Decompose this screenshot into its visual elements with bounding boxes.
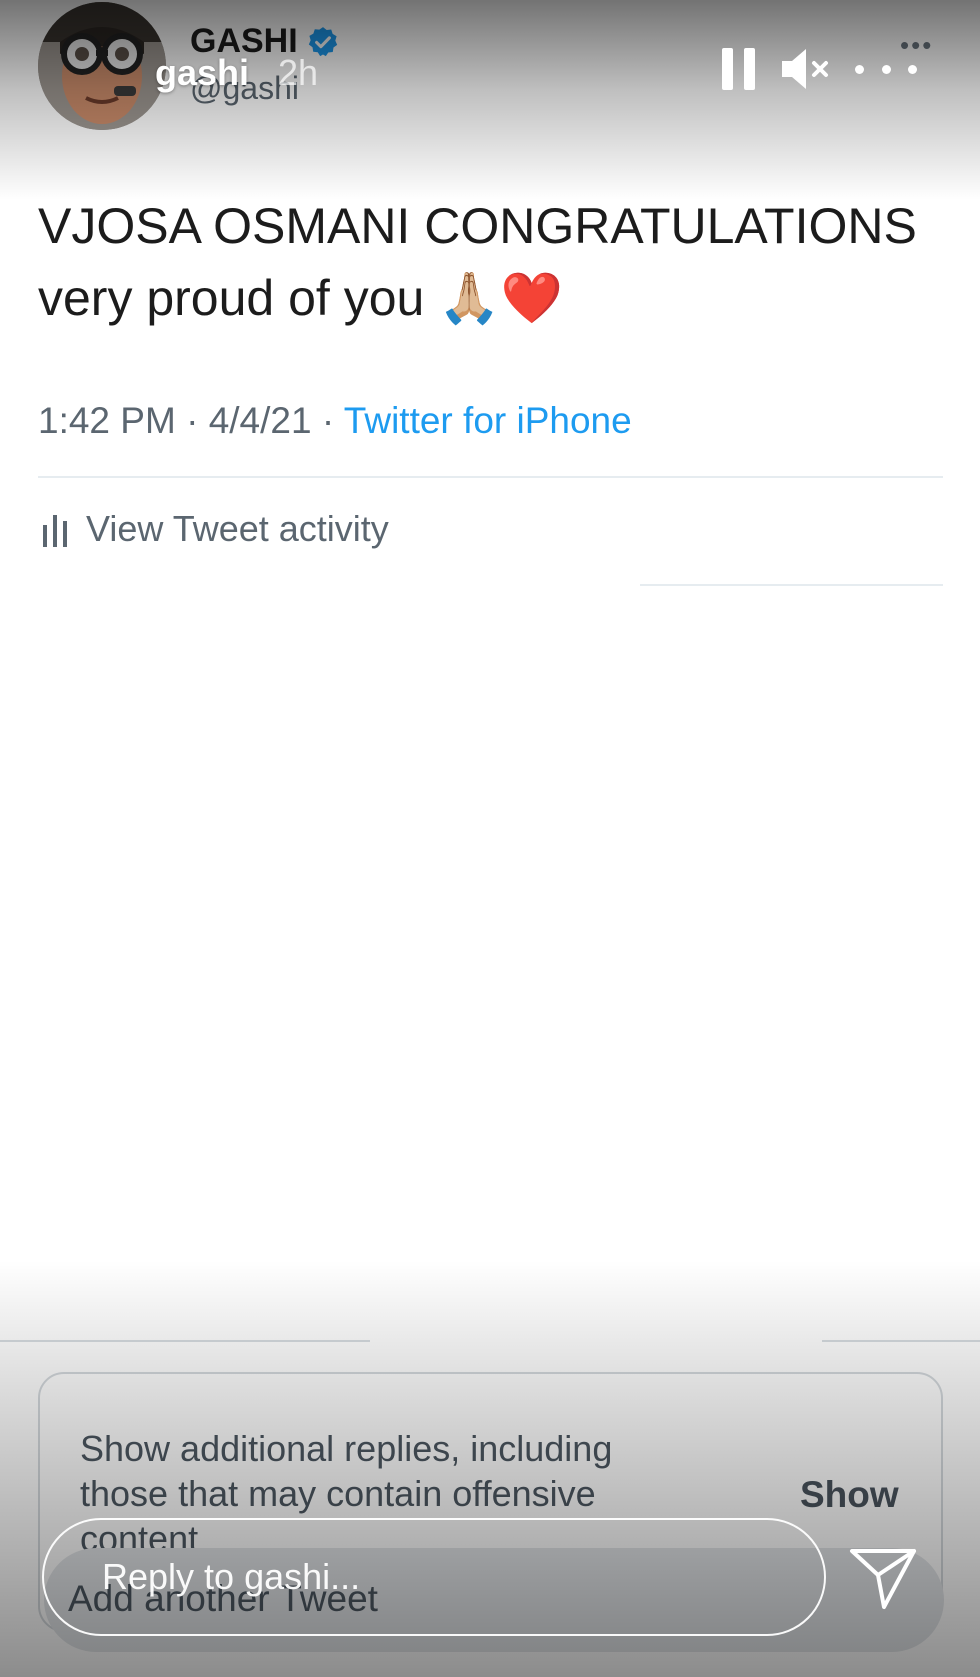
tweet-text-line: very proud of you 🙏🏼❤️: [38, 270, 563, 326]
story-time-ago: 2h: [278, 52, 319, 93]
pause-icon[interactable]: [722, 48, 756, 90]
tweet-avatar: [38, 2, 166, 130]
mute-icon[interactable]: [780, 46, 832, 92]
pause-bar: [744, 48, 755, 90]
reply-input[interactable]: [42, 1518, 826, 1636]
tweet-source: Twitter for iPhone: [343, 400, 632, 441]
divider: [0, 1340, 370, 1342]
send-icon[interactable]: [848, 1545, 918, 1611]
meta-separator: ·: [186, 400, 199, 441]
meta-separator: ·: [321, 400, 335, 441]
story-username[interactable]: gashi: [155, 52, 249, 94]
show-replies-label: Show: [800, 1474, 899, 1515]
divider: [640, 584, 943, 586]
tweet-activity-row: View Tweet activity: [42, 508, 389, 550]
more-dots-icon[interactable]: [855, 56, 917, 82]
pause-bar: [722, 48, 733, 90]
divider: [822, 1340, 980, 1342]
divider: [38, 476, 943, 478]
bar-chart-icon: [43, 515, 67, 547]
tweet-text-line: VJOSA OSMANI CONGRATULATIONS: [38, 198, 917, 254]
tweet-meta: 1:42 PM · 4/4/21 · Twitter for iPhone: [38, 400, 632, 442]
tweet-time: 1:42 PM: [38, 400, 176, 441]
activity-label: View Tweet activity: [86, 508, 389, 549]
tweet-date: 4/4/21: [208, 400, 312, 441]
tweet-body: VJOSA OSMANI CONGRATULATIONS very proud …: [38, 190, 958, 334]
